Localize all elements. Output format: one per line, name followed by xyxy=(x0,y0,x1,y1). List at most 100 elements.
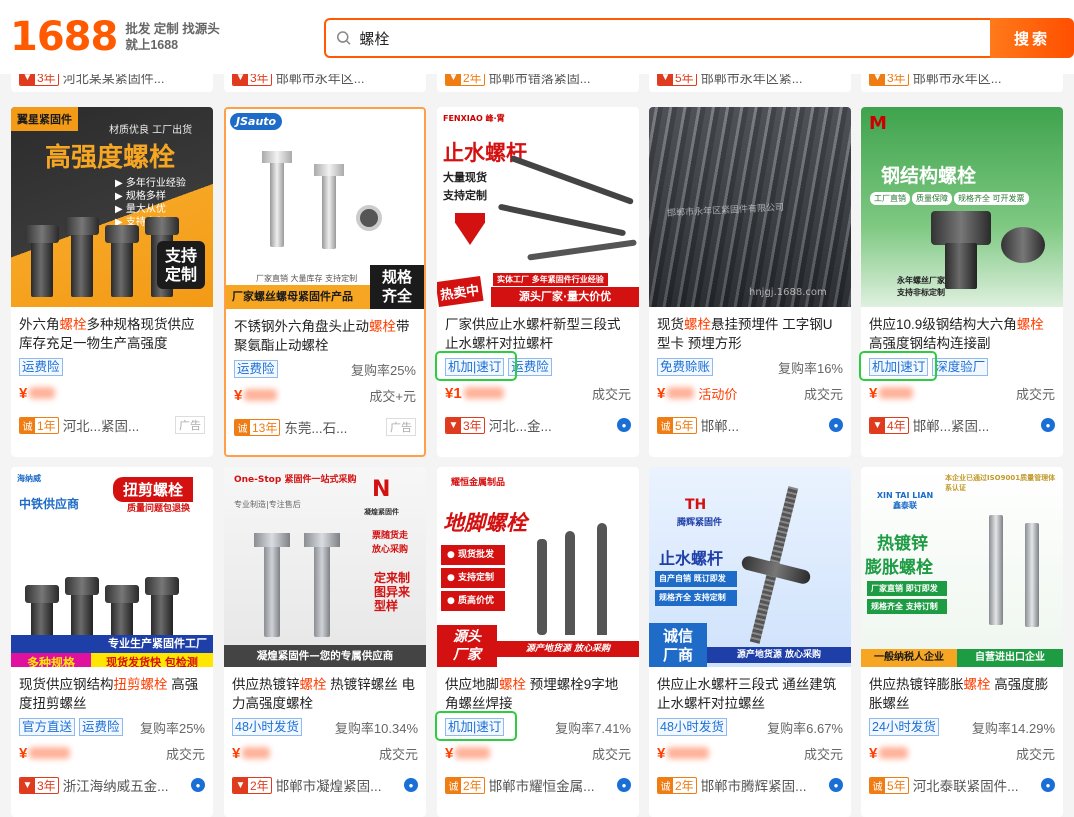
search-box[interactable] xyxy=(324,18,990,58)
img-strip-left: 多种规格 xyxy=(11,653,91,667)
service-tag[interactable]: 运费险 xyxy=(79,718,123,736)
service-tag[interactable]: 机加|速订 xyxy=(445,358,505,376)
shop-row[interactable]: ▼ 4年 邯郸...紧固... ● xyxy=(861,403,1063,437)
product-title[interactable]: 供应热镀锌螺栓 热镀锌螺丝 电力高强度螺栓 xyxy=(224,667,426,713)
shop-name[interactable]: 邯郸...紧固... xyxy=(913,415,990,435)
tags-row: 机加|速订 复购率7.41% xyxy=(437,713,639,737)
product-card[interactable]: 海纳威 扭剪螺栓 质量问题包退换 中铁供应商 专业生产紧固件工厂 多种规格 现货… xyxy=(11,467,213,817)
product-image[interactable]: 本企业已通过ISO9001质量管理体系认证 XIN TAI LIAN 鑫泰联 热… xyxy=(861,467,1063,667)
chat-icon[interactable]: ● xyxy=(617,778,631,792)
product-card[interactable]: 翼星紧固件 材质优良 工厂出货 高强度螺栓 ▶ 多年行业经验 ▶ 规格多样 ▶ 量大… xyxy=(11,107,213,457)
shop-name[interactable]: 河北泰联紧固件... xyxy=(913,775,1019,795)
shop-name[interactable]: 河北...紧固... xyxy=(63,415,140,435)
product-title[interactable]: 现货螺栓悬挂预埋件 工字钢U型卡 预埋方形 xyxy=(649,307,851,353)
shop-year-badge: 诚 1年 xyxy=(19,416,59,434)
img-footer: 永年螺丝厂家 支持非标定制 xyxy=(897,276,945,297)
product-title[interactable]: 供应止水螺杆三段式 通丝建筑止水螺杆对拉螺丝 xyxy=(649,667,851,713)
img-brand: 耀恒金属制品 xyxy=(451,478,506,488)
product-title[interactable]: 供应地脚螺栓 预埋螺栓9字地角螺丝焊接 xyxy=(437,667,639,713)
shop-name[interactable]: 邯郸市耀恒金属... xyxy=(489,775,595,795)
repurchase-rate: 复购率6.67% xyxy=(767,720,843,736)
shop-row[interactable]: 诚 13年 东莞...石... 广告 xyxy=(226,405,424,439)
img-corner-brand: 海纳威 xyxy=(17,474,41,483)
product-title[interactable]: 厂家供应止水螺杆新型三段式止水螺杆对拉螺杆 xyxy=(437,307,639,353)
shop-row[interactable]: 诚 5年 邯郸... ● xyxy=(649,403,851,437)
product-title[interactable]: 外六角螺栓多种规格现货供应库存充足一物生产高强度 xyxy=(11,307,213,353)
shop-name[interactable]: 浙江海纳威五金... xyxy=(63,775,169,795)
chat-icon[interactable]: ● xyxy=(829,418,843,432)
price-row: ¥ 成交元 xyxy=(224,737,426,763)
chat-icon[interactable]: ● xyxy=(404,778,418,792)
product-title[interactable]: 不锈钢外六角盘头止动螺栓带聚氨酯止动螺栓 xyxy=(226,309,424,355)
img-sub: 材质优良 工厂出货 xyxy=(109,125,193,136)
search-button[interactable]: 搜索 xyxy=(990,18,1074,58)
price-row: ¥ 成交元 xyxy=(861,737,1063,763)
product-image[interactable]: FENXIAO 峰·霄 止水螺杆 大量现货 支持定制 实体工厂 多年紧固件行业经验… xyxy=(437,107,639,307)
shop-name[interactable]: 河北...金... xyxy=(489,415,552,435)
product-title[interactable]: 现货供应钢结构扭剪螺栓 高强度扭剪螺丝 xyxy=(11,667,213,713)
product-image[interactable]: 翼星紧固件 材质优良 工厂出货 高强度螺栓 ▶ 多年行业经验 ▶ 规格多样 ▶ 量大… xyxy=(11,107,213,307)
product-card[interactable]: 本企业已通过ISO9001质量管理体系认证 XIN TAI LIAN 鑫泰联 热… xyxy=(861,467,1063,817)
shop-year-badge: ▼ 2年 xyxy=(232,776,272,794)
search-input[interactable] xyxy=(359,29,990,47)
price: ¥ xyxy=(19,385,56,402)
img-site: hnjgj.1688.com xyxy=(749,287,827,298)
price-row: ¥1 成交元 xyxy=(437,377,639,403)
product-image[interactable]: TH 腾辉紧固件 止水螺杆 自产自销 既订即发 规格齐全 支持定制 诚信 厂商 源产… xyxy=(649,467,851,667)
service-tag[interactable]: 48小时发货 xyxy=(657,718,727,736)
product-card[interactable]: 耀恒金属制品 地脚螺栓 ● 现货批发 ● 支持定制 ● 质高价优 源头 厂家 源产地货… xyxy=(437,467,639,817)
shop-year-badge: 诚 2年 xyxy=(445,776,485,794)
shop-row[interactable]: 诚 2年 邯郸市耀恒金属... ● xyxy=(437,763,639,797)
product-image[interactable]: 耀恒金属制品 地脚螺栓 ● 现货批发 ● 支持定制 ● 质高价优 源头 厂家 源产地货… xyxy=(437,467,639,667)
product-card[interactable]: One-Stop 紧固件一站式采购 专业制造|专注售后 N 凝煌紧固件 票随货走… xyxy=(224,467,426,817)
img-footer-left: 诚信 厂商 xyxy=(649,623,707,667)
deal-amount: 成交元 xyxy=(378,746,418,762)
shop-badge-icon: 诚 xyxy=(446,777,461,793)
shop-year-badge: ▼ 3年 xyxy=(19,776,59,794)
product-image[interactable]: One-Stop 紧固件一站式采购 专业制造|专注售后 N 凝煌紧固件 票随货走… xyxy=(224,467,426,667)
shop-name[interactable]: 邯郸... xyxy=(701,415,739,435)
shop-badge-icon: 诚 xyxy=(658,777,673,793)
product-image[interactable]: JSauto 厂家直销 大量库存 支持定制 厂家螺丝螺母紧固件产品 规格 齐全 xyxy=(226,109,424,309)
shop-row[interactable]: ▼ 2年 邯郸市凝煌紧固... ● xyxy=(224,763,426,797)
shop-row[interactable]: 诚 2年 邯郸市腾辉紧固... ● xyxy=(649,763,851,797)
chat-icon[interactable]: ● xyxy=(617,418,631,432)
product-title[interactable]: 供应10.9级钢结构大六角螺栓 高强度钢结构连接副 xyxy=(861,307,1063,353)
product-card[interactable]: TH 腾辉紧固件 止水螺杆 自产自销 既订即发 规格齐全 支持定制 诚信 厂商 源产… xyxy=(649,467,851,817)
service-tag[interactable]: 24小时发货 xyxy=(869,718,939,736)
product-card[interactable]: M 钢结构螺栓 工厂直销 质量保障 规格齐全 可开发票 永年螺丝厂家 支持非标定制 供… xyxy=(861,107,1063,457)
img-footer-right: 源产地货源 放心采购 xyxy=(707,647,851,663)
chat-icon[interactable]: ● xyxy=(829,778,843,792)
product-title[interactable]: 供应热镀锌膨胀螺栓 高强度膨胀螺丝 xyxy=(861,667,1063,713)
shop-row[interactable]: 诚 1年 河北...紧固... 广告 xyxy=(11,403,213,437)
service-tag[interactable]: 机加|速订 xyxy=(869,358,929,376)
service-tag[interactable]: 免费赊账 xyxy=(657,358,714,376)
product-image[interactable]: 邯郸市永年区紧固件有限公司 hnjgj.1688.com xyxy=(649,107,851,307)
product-card[interactable]: JSauto 厂家直销 大量库存 支持定制 厂家螺丝螺母紧固件产品 规格 齐全 不… xyxy=(224,107,426,457)
product-card[interactable]: 邯郸市永年区紧固件有限公司 hnjgj.1688.com 现货螺栓悬挂预埋件 工… xyxy=(649,107,851,457)
shop-name[interactable]: 东莞...石... xyxy=(284,417,347,437)
site-logo[interactable]: 1688 批发 定制 找源头 就上1688 xyxy=(10,14,220,60)
product-card[interactable]: FENXIAO 峰·霄 止水螺杆 大量现货 支持定制 实体工厂 多年紧固件行业经验… xyxy=(437,107,639,457)
shop-name[interactable]: 邯郸市凝煌紧固... xyxy=(276,775,382,795)
img-banner: 实体工厂 多年紧固件行业经验 xyxy=(493,273,608,286)
shop-row[interactable]: ▼ 3年 河北...金... ● xyxy=(437,403,639,437)
service-tag[interactable]: 深度验厂 xyxy=(932,358,989,376)
service-tag[interactable]: 官方直送 xyxy=(19,718,76,736)
shop-row[interactable]: ▼ 3年 浙江海纳威五金... ● xyxy=(11,763,213,797)
service-tag[interactable]: 48小时发货 xyxy=(232,718,302,736)
price-row: ¥ 成交元 xyxy=(437,737,639,763)
service-tag[interactable]: 机加|速订 xyxy=(445,718,505,736)
product-image[interactable]: M 钢结构螺栓 工厂直销 质量保障 规格齐全 可开发票 永年螺丝厂家 支持非标定制 xyxy=(861,107,1063,307)
chat-icon[interactable]: ● xyxy=(191,778,205,792)
service-tag[interactable]: 运费险 xyxy=(234,360,278,378)
chat-icon[interactable]: ● xyxy=(1041,778,1055,792)
logo-text: 1688 xyxy=(10,14,118,60)
chat-icon[interactable]: ● xyxy=(1041,418,1055,432)
service-tag[interactable]: 运费险 xyxy=(19,358,63,376)
search-icon xyxy=(336,31,351,45)
service-tag[interactable]: 运费险 xyxy=(508,358,552,376)
shop-row[interactable]: 诚 5年 河北泰联紧固件... ● xyxy=(861,763,1063,797)
product-image[interactable]: 海纳威 扭剪螺栓 质量问题包退换 中铁供应商 专业生产紧固件工厂 多种规格 现货… xyxy=(11,467,213,667)
shop-name[interactable]: 邯郸市腾辉紧固... xyxy=(701,775,807,795)
